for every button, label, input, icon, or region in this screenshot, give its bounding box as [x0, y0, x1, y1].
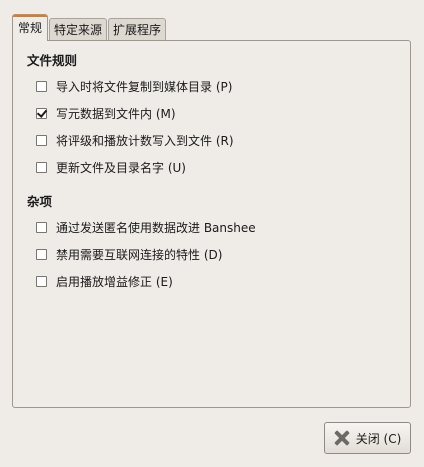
- tab-general[interactable]: 常规: [12, 14, 49, 41]
- checkbox[interactable]: [36, 161, 47, 173]
- preferences-panel: 文件规则 导入时将文件复制到媒体目录 (P) 写元数据到文件内 (M) 将评级和…: [12, 40, 411, 408]
- option-write-ratings[interactable]: 将评级和播放计数写入到文件 (R): [36, 131, 234, 149]
- option-label: 导入时将文件复制到媒体目录 (P): [56, 79, 233, 94]
- tab-extensions[interactable]: 扩展程序: [108, 18, 167, 40]
- option-write-metadata[interactable]: 写元数据到文件内 (M): [36, 104, 176, 122]
- option-copy-on-import[interactable]: 导入时将文件复制到媒体目录 (P): [36, 77, 232, 95]
- section-title-file-rules: 文件规则: [27, 53, 78, 68]
- checkbox-checked[interactable]: [36, 107, 47, 119]
- close-icon: [334, 430, 350, 446]
- checkbox[interactable]: [36, 248, 47, 260]
- option-anonymous-usage[interactable]: 通过发送匿名使用数据改进 Banshee: [36, 218, 256, 236]
- option-label: 更新文件及目录名字 (U): [56, 160, 186, 175]
- checkbox[interactable]: [36, 80, 47, 92]
- close-button-label: 关闭 (C): [355, 431, 402, 446]
- option-replaygain[interactable]: 启用播放增益修正 (E): [36, 272, 173, 290]
- checkbox[interactable]: [36, 275, 47, 287]
- checkbox[interactable]: [36, 221, 47, 233]
- option-update-names[interactable]: 更新文件及目录名字 (U): [36, 158, 186, 176]
- close-button[interactable]: 关闭 (C): [324, 422, 411, 454]
- tab-bar: 常规 特定来源 扩展程序: [12, 14, 167, 41]
- option-label: 禁用需要互联网连接的特性 (D): [56, 247, 223, 262]
- option-label: 启用播放增益修正 (E): [56, 274, 173, 289]
- checkbox[interactable]: [36, 134, 47, 146]
- option-label: 写元数据到文件内 (M): [56, 106, 176, 121]
- option-label: 通过发送匿名使用数据改进 Banshee: [56, 220, 256, 235]
- option-disable-network[interactable]: 禁用需要互联网连接的特性 (D): [36, 245, 222, 263]
- section-title-misc: 杂项: [27, 194, 53, 209]
- tab-source-specific[interactable]: 特定来源: [49, 18, 108, 40]
- option-label: 将评级和播放计数写入到文件 (R): [56, 133, 234, 148]
